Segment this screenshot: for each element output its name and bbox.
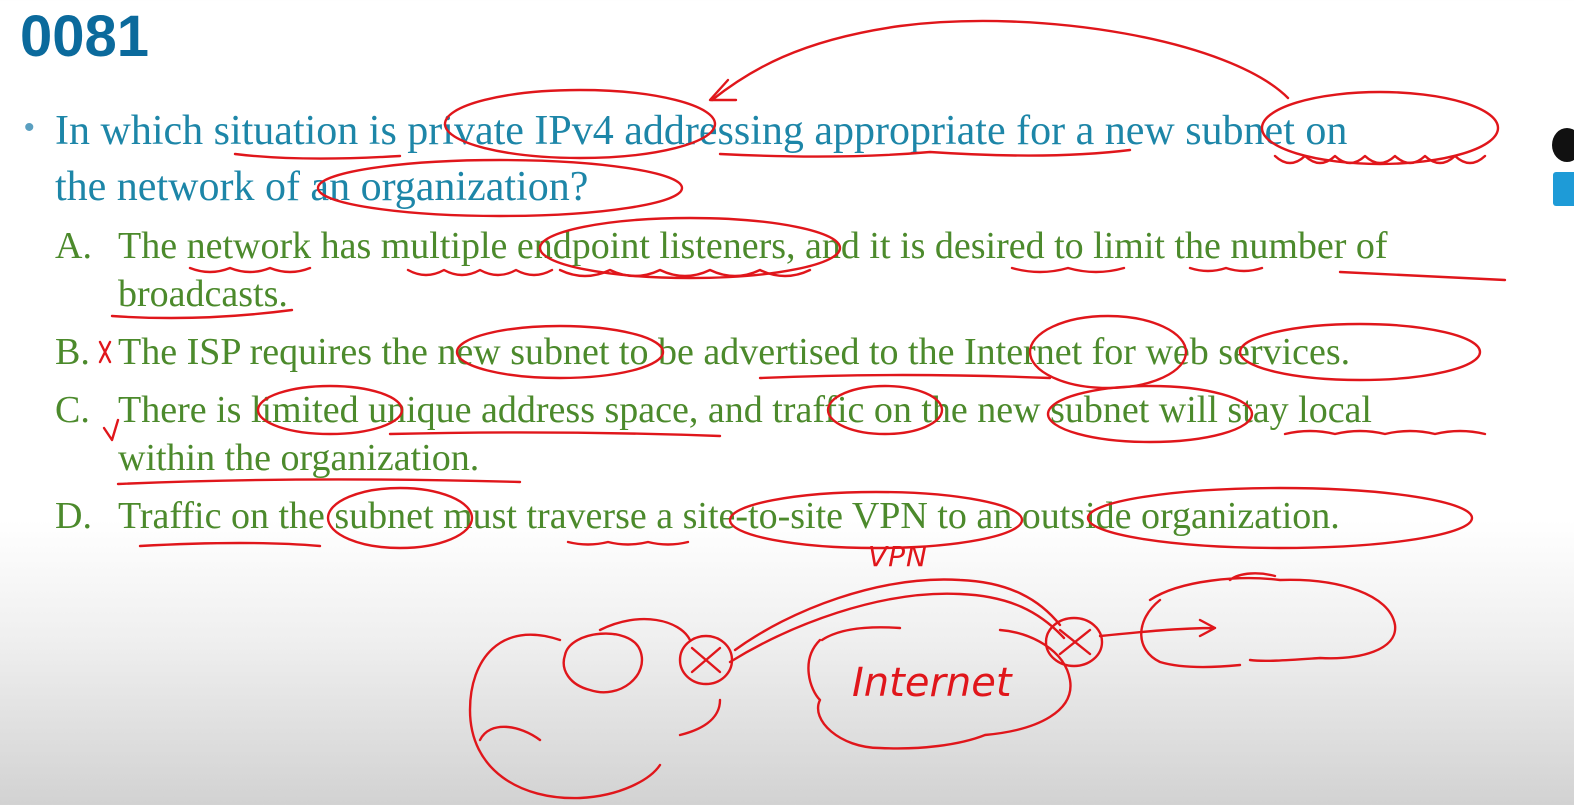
question-bullet: • xyxy=(24,111,35,144)
internet-label: Internet xyxy=(852,660,1012,706)
vpn-label: VPN xyxy=(868,540,928,573)
option-line-1: The network has multiple endpoint listen… xyxy=(118,225,1388,267)
check-mark-c xyxy=(102,418,120,442)
question-text: In which situation is private IPv4 addre… xyxy=(55,103,1555,215)
cross-mark-b xyxy=(98,340,112,364)
underline-traffic-d xyxy=(138,541,322,548)
router-right-icon xyxy=(1044,616,1104,668)
overlay-badge-icon[interactable] xyxy=(1553,172,1574,206)
option-line-2: within the organization. xyxy=(118,437,480,479)
router-right-cross xyxy=(1058,628,1092,656)
option-text: The ISP requires the new subnet to be ad… xyxy=(118,328,1350,376)
overlay-avatar-icon[interactable] xyxy=(1552,128,1574,162)
option-line-1: There is limited unique address space, a… xyxy=(118,389,1372,431)
router-left-cross xyxy=(690,646,722,674)
arc-arrow xyxy=(710,19,1290,102)
vpn-tunnel-lower xyxy=(728,592,1066,664)
cloud-right xyxy=(1140,572,1397,669)
option-line-1: The ISP requires the new subnet to be ad… xyxy=(118,331,1351,373)
slide-number: 0081 xyxy=(20,4,150,69)
option-letter: D. xyxy=(55,495,92,537)
cloud-left-inner xyxy=(562,632,644,694)
question-line-2: the network of an organization? xyxy=(55,164,589,210)
router-left-icon xyxy=(678,634,734,686)
option-letter: C. xyxy=(55,389,90,431)
arc-arrowhead xyxy=(708,78,738,102)
option-text: There is limited unique address space, a… xyxy=(118,386,1372,482)
underline-traverse xyxy=(566,540,690,546)
option-letter: B. xyxy=(55,331,90,373)
link-right xyxy=(1098,618,1217,638)
question-line-1: In which situation is private IPv4 addre… xyxy=(55,108,1348,154)
router-left-link xyxy=(678,698,722,737)
option-text: The network has multiple endpoint listen… xyxy=(118,222,1388,318)
option-line-2: broadcasts. xyxy=(118,273,288,315)
cloud-left xyxy=(468,617,692,800)
option-letter: A. xyxy=(55,225,92,267)
vpn-tunnel-upper xyxy=(733,578,1062,652)
option-line-1: Traffic on the subnet must traverse a si… xyxy=(118,495,1340,537)
option-text: Traffic on the subnet must traverse a si… xyxy=(118,492,1340,540)
